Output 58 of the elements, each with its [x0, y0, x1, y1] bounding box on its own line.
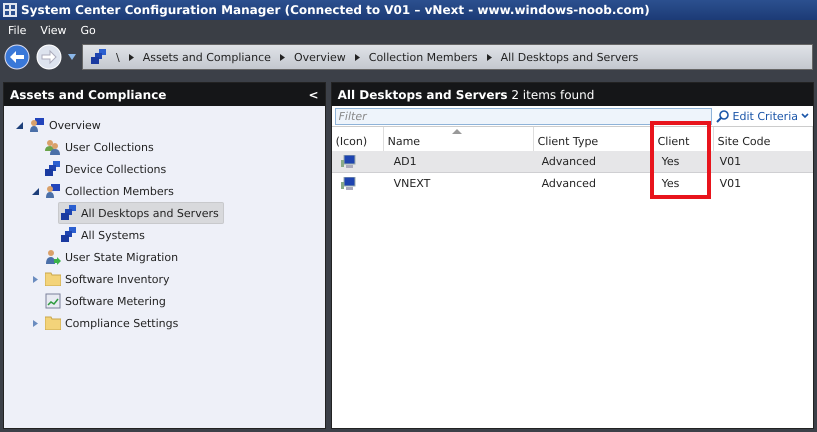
sort-arrow-icon: [452, 129, 462, 134]
users-icon: [45, 139, 61, 155]
breadcrumb-arrow-icon[interactable]: [486, 54, 492, 60]
tree-item[interactable]: Overview: [26, 114, 106, 136]
pane-title: Assets and Compliance: [10, 88, 166, 102]
report-icon: [45, 293, 61, 309]
breadcrumb-item[interactable]: Collection Members: [368, 50, 478, 64]
search-icon[interactable]: [716, 110, 729, 122]
expanded-arrow-icon[interactable]: [16, 122, 22, 128]
menu-item[interactable]: Go: [80, 24, 96, 36]
tree-item[interactable]: Collection Members: [42, 180, 179, 202]
computer-user-icon: [45, 183, 61, 199]
collapsed-arrow-icon[interactable]: [32, 276, 38, 282]
dropdown-icon[interactable]: [68, 54, 76, 60]
breadcrumb-item[interactable]: \: [116, 50, 120, 64]
tree-item[interactable]: Software Inventory: [42, 269, 175, 289]
computer-icon: [340, 176, 356, 190]
computer-user-icon: [29, 117, 45, 133]
edit-criteria-link[interactable]: Edit Criteria: [732, 110, 809, 122]
filter-field[interactable]: Filter: [334, 108, 712, 124]
app-icon: [3, 3, 17, 17]
breadcrumb-arrow-icon[interactable]: [354, 54, 360, 60]
column-header[interactable]: Site Code: [714, 127, 813, 151]
tree-item[interactable]: User Collections: [42, 136, 159, 158]
tree-item[interactable]: All Systems: [58, 224, 150, 246]
chevron-icon: [801, 113, 809, 119]
window-title: System Center Configuration Manager (Connected to V01 – vNext - www.windows-noob.com): [21, 3, 650, 17]
table-cell: Yes: [654, 151, 714, 173]
computers-icon: [61, 227, 77, 243]
breadcrumb-arrow-icon[interactable]: [128, 54, 134, 60]
computers-icon: [45, 161, 61, 177]
menu-item[interactable]: File: [8, 24, 26, 36]
user-arrow-icon: [45, 249, 61, 265]
item-count: 2 items found: [511, 88, 594, 102]
forward-icon[interactable]: [36, 44, 62, 70]
folder-icon: [45, 272, 61, 286]
table-cell: AD1: [384, 151, 534, 173]
pane-title: All Desktops and Servers: [338, 88, 508, 102]
computer-icon: [340, 154, 356, 168]
collapse-button[interactable]: <: [308, 88, 319, 102]
folder-icon: [45, 316, 61, 330]
tree-item[interactable]: User State Migration: [42, 246, 184, 268]
expanded-arrow-icon[interactable]: [32, 188, 38, 194]
tree-item[interactable]: All Desktops and Servers: [58, 202, 224, 224]
breadcrumb-item[interactable]: Assets and Compliance: [142, 50, 271, 64]
tree-item[interactable]: Software Metering: [42, 290, 171, 312]
table-cell: V01: [714, 151, 813, 173]
breadcrumb-item[interactable]: Overview: [294, 50, 346, 64]
tree-item[interactable]: Device Collections: [42, 158, 172, 180]
tree-item[interactable]: Compliance Settings: [42, 313, 184, 333]
breadcrumb-item[interactable]: All Desktops and Servers: [500, 50, 638, 64]
collapsed-arrow-icon[interactable]: [32, 320, 38, 326]
menu-item[interactable]: View: [40, 24, 67, 36]
computers-icon: [61, 205, 77, 221]
back-icon[interactable]: [4, 44, 30, 70]
column-header[interactable]: Name: [384, 127, 534, 151]
breadcrumb-arrow-icon[interactable]: [280, 54, 285, 60]
computers-icon: [91, 49, 107, 65]
